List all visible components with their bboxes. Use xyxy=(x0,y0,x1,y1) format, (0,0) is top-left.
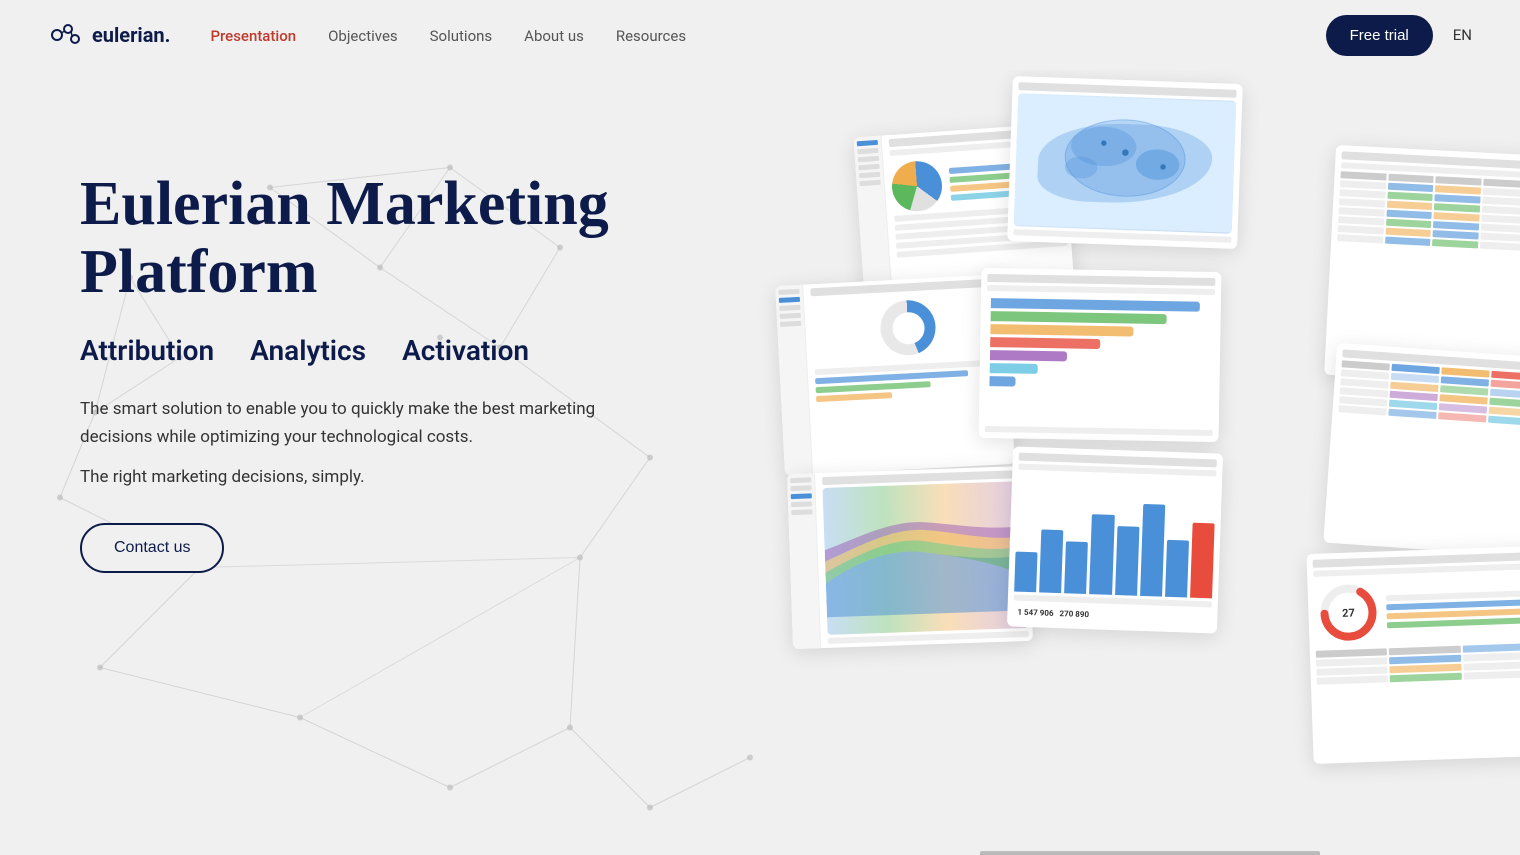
map-graphic xyxy=(1014,93,1237,234)
nav-item-resources[interactable]: Resources xyxy=(616,26,686,45)
mini-sidebar-3 xyxy=(787,473,821,649)
mini-number-1: 1 547 906 xyxy=(1017,608,1053,618)
hero-title: Eulerian Marketing Platform xyxy=(80,170,720,306)
nav-item-presentation[interactable]: Presentation xyxy=(210,26,296,45)
nav-item-solutions[interactable]: Solutions xyxy=(430,26,493,45)
nav-links: Presentation Objectives Solutions About … xyxy=(210,26,686,45)
dashboard-card-2 xyxy=(1007,76,1243,249)
hero-section: Eulerian Marketing Platform Attribution … xyxy=(0,70,1520,855)
dashboard-card-7 xyxy=(787,466,1033,649)
nav-link-solutions[interactable]: Solutions xyxy=(430,27,493,45)
logo[interactable]: eulerian. xyxy=(48,17,170,53)
hero-visuals: 1 547 906 270 890 27 xyxy=(760,70,1520,855)
nav-left: eulerian. Presentation Objectives Soluti… xyxy=(48,17,686,53)
tag-activation: Activation xyxy=(402,334,529,367)
hero-tagline: The right marketing decisions, simply. xyxy=(80,467,720,487)
hero-content: Eulerian Marketing Platform Attribution … xyxy=(80,110,720,573)
language-selector[interactable]: EN xyxy=(1453,26,1472,44)
dashboard-card-9: 27 xyxy=(1306,546,1520,764)
dashboard-card-5 xyxy=(979,268,1222,442)
tag-analytics: Analytics xyxy=(250,334,366,367)
nav-link-objectives[interactable]: Objectives xyxy=(328,27,398,45)
mini-number-2: 270 890 xyxy=(1059,609,1089,619)
hero-tags: Attribution Analytics Activation xyxy=(80,334,720,367)
nav-link-resources[interactable]: Resources xyxy=(616,27,686,45)
tag-attribution: Attribution xyxy=(80,334,214,367)
free-trial-button[interactable]: Free trial xyxy=(1326,15,1433,56)
dashboard-card-6 xyxy=(1323,343,1520,557)
nav-link-presentation[interactable]: Presentation xyxy=(210,27,296,45)
dashboard-card-8: 1 547 906 270 890 xyxy=(1007,446,1223,633)
navbar: eulerian. Presentation Objectives Soluti… xyxy=(0,0,1520,70)
nav-right: Free trial EN xyxy=(1326,15,1472,56)
svg-text:27: 27 xyxy=(1342,606,1355,619)
contact-us-button[interactable]: Contact us xyxy=(80,523,224,573)
nav-link-about[interactable]: About us xyxy=(524,27,584,45)
logo-text: eulerian. xyxy=(92,23,170,47)
logo-icon xyxy=(48,17,84,53)
nav-item-about[interactable]: About us xyxy=(524,26,584,45)
nav-item-objectives[interactable]: Objectives xyxy=(328,26,398,45)
monitor xyxy=(980,851,1320,855)
hero-description: The smart solution to enable you to quic… xyxy=(80,395,640,451)
